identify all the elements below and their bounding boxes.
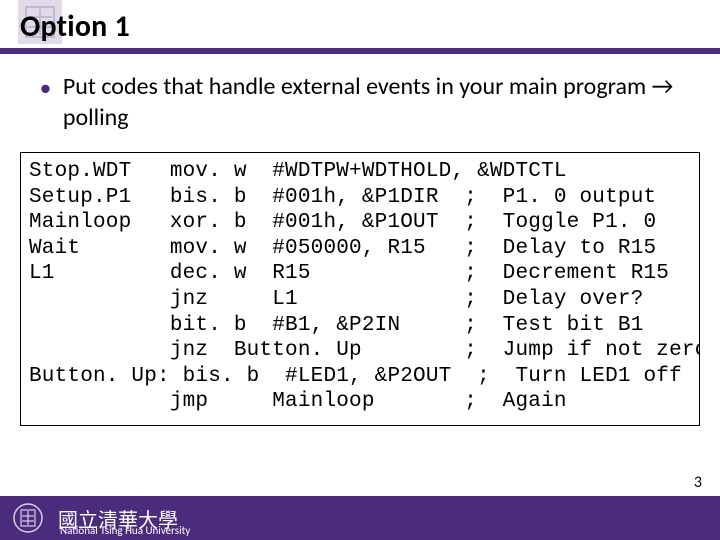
code-line: Stop.WDT mov. w #WDTPW+WDTHOLD, &WDTCTL: [29, 160, 567, 183]
bullet-text: Put codes that handle external events in…: [63, 72, 692, 133]
code-line: Setup.P1 bis. b #001h, &P1DIR ; P1. 0 ou…: [29, 186, 656, 209]
code-line: Button. Up: bis. b #LED1, &P2OUT ; Turn …: [29, 365, 682, 388]
bullet-list: ● Put codes that handle external events …: [40, 72, 692, 133]
slide: Option 1 ● Put codes that handle externa…: [0, 0, 720, 540]
code-line: jnz L1 ; Delay over?: [29, 288, 644, 311]
code-line: Wait mov. w #050000, R15 ; Delay to R15: [29, 237, 656, 260]
code-block: Stop.WDT mov. w #WDTPW+WDTHOLD, &WDTCTL …: [20, 152, 700, 426]
bullet-dot-icon: ●: [40, 77, 51, 133]
bullet-item: ● Put codes that handle external events …: [40, 72, 692, 133]
title-rule: [0, 48, 720, 54]
page-number: 3: [694, 473, 702, 492]
footer-seal-icon: [10, 500, 46, 536]
code-line: Mainloop xor. b #001h, &P1OUT ; Toggle P…: [29, 211, 656, 234]
footer-university-english: National Tsing Hua University: [60, 524, 190, 537]
code-line: bit. b #B1, &P2IN ; Test bit B1: [29, 314, 644, 337]
slide-title: Option 1: [20, 8, 130, 45]
code-line: jmp Mainloop ; Again: [29, 390, 567, 413]
footer-bar: 國立清華大學 National Tsing Hua University: [0, 496, 720, 540]
code-line: L1 dec. w R15 ; Decrement R15: [29, 262, 669, 285]
code-line: jnz Button. Up ; Jump if not zero: [29, 339, 700, 362]
